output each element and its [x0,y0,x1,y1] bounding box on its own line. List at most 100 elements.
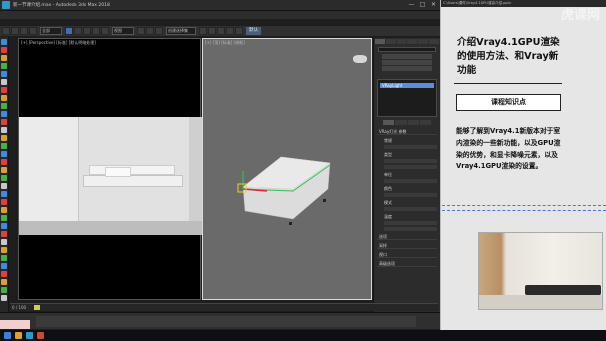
param-field[interactable] [384,159,437,163]
tool-icon[interactable] [1,111,7,117]
powerpoint-taskbar-icon[interactable] [37,332,44,339]
tool-icon[interactable] [1,271,7,277]
section-header[interactable]: 高级选项 [377,261,437,267]
tool-icon[interactable] [1,39,7,45]
link-icon[interactable] [20,27,28,35]
tool-icon[interactable] [1,215,7,221]
tool-icon[interactable] [1,47,7,53]
param-field[interactable] [384,193,437,197]
snap-icon[interactable] [137,27,145,35]
param-field[interactable] [384,165,437,169]
remove-modifier-icon[interactable] [419,120,431,125]
tool-icon[interactable] [1,247,7,253]
tool-icon[interactable] [1,295,7,301]
status-controls[interactable] [36,316,416,327]
scale-icon[interactable] [101,27,109,35]
param-field[interactable] [384,179,437,183]
tool-icon[interactable] [1,159,7,165]
tool-icon[interactable] [1,255,7,261]
close-button[interactable]: ✕ [429,1,438,9]
undo-icon[interactable] [2,27,10,35]
object-name-field[interactable] [378,47,436,52]
section-header[interactable]: VRay灯光 参数 [377,129,437,135]
redo-icon[interactable] [11,27,19,35]
material-editor-icon[interactable] [217,27,225,35]
param-field[interactable] [384,221,437,225]
workspace-tab[interactable]: 默认 [246,27,261,35]
modifier-stack-item[interactable]: VRayLight [380,83,434,88]
param-field[interactable] [384,207,437,211]
param-field[interactable] [384,227,437,231]
box-object[interactable] [203,39,373,301]
pin-stack-icon[interactable] [383,120,395,125]
param-field[interactable] [384,145,437,149]
tool-icon[interactable] [1,183,7,189]
select-region-icon[interactable] [74,27,82,35]
tool-icon[interactable] [1,79,7,85]
tool-icon[interactable] [1,95,7,101]
selection-filter-dropdown[interactable]: 全部 [40,27,62,35]
percent-snap-icon[interactable] [155,27,163,35]
view-dropdown[interactable]: 视图 [112,27,134,35]
maximize-button[interactable]: □ [418,1,427,9]
time-slider-thumb[interactable] [34,305,40,310]
modifier-stack[interactable]: VRayLight [377,79,437,117]
perspective-viewport[interactable]: [+] [Perspective] [标准] [默认明暗处理] [18,38,202,300]
align-icon[interactable] [208,27,216,35]
tool-icon[interactable] [1,231,7,237]
tool-icon[interactable] [1,71,7,77]
make-unique-icon[interactable] [407,120,419,125]
tool-icon[interactable] [1,175,7,181]
tool-icon[interactable] [1,207,7,213]
tool-icon[interactable] [1,239,7,245]
tool-icon[interactable] [1,151,7,157]
tool-icon[interactable] [1,103,7,109]
selection-set-dropdown[interactable]: 创建选择集 [166,27,196,35]
tool-icon[interactable] [1,87,7,93]
angle-snap-icon[interactable] [146,27,154,35]
tab-modify[interactable] [385,39,396,44]
viewport-label[interactable]: [+] [Perspective] [标准] [默认明暗处理] [21,40,96,46]
tool-icon[interactable] [1,143,7,149]
tool-icon[interactable] [1,167,7,173]
tool-icon[interactable] [1,191,7,197]
tab-create[interactable] [375,39,385,44]
render-icon[interactable] [235,27,243,35]
tool-icon[interactable] [1,135,7,141]
file-explorer-icon[interactable] [15,332,22,339]
tool-icon[interactable] [1,263,7,269]
show-end-result-icon[interactable] [395,120,407,125]
section-header[interactable]: 选项 [377,234,437,240]
timeline[interactable]: 0 / 100 [10,303,438,311]
tab-display[interactable] [418,39,429,44]
tab-hierarchy[interactable] [396,39,407,44]
top-viewport[interactable]: [+] [顶] [标准] [线框] [202,38,372,300]
panel-button[interactable] [382,60,432,65]
tool-icon[interactable] [1,63,7,69]
tool-icon[interactable] [1,279,7,285]
maxscript-listener[interactable] [0,320,30,329]
minimize-button[interactable]: — [407,1,416,9]
section-header[interactable]: 采样 [377,243,437,249]
section-header[interactable]: 视口 [377,252,437,258]
app-icon[interactable] [2,1,10,9]
rotate-icon[interactable] [92,27,100,35]
menu-bar[interactable] [0,11,440,19]
tool-icon[interactable] [1,55,7,61]
tool-icon[interactable] [1,119,7,125]
mirror-icon[interactable] [199,27,207,35]
tab-motion[interactable] [407,39,418,44]
tool-icon[interactable] [1,287,7,293]
tool-icon[interactable] [1,199,7,205]
tab-utilities[interactable] [429,39,439,44]
render-setup-icon[interactable] [226,27,234,35]
unlink-icon[interactable] [29,27,37,35]
panel-button[interactable] [382,66,432,71]
move-icon[interactable] [83,27,91,35]
windows-start-icon[interactable] [4,332,11,339]
modifier-list-button[interactable] [382,54,432,59]
select-icon[interactable] [65,27,73,35]
3dsmax-taskbar-icon[interactable] [26,332,33,339]
tool-icon[interactable] [1,223,7,229]
tool-icon[interactable] [1,127,7,133]
